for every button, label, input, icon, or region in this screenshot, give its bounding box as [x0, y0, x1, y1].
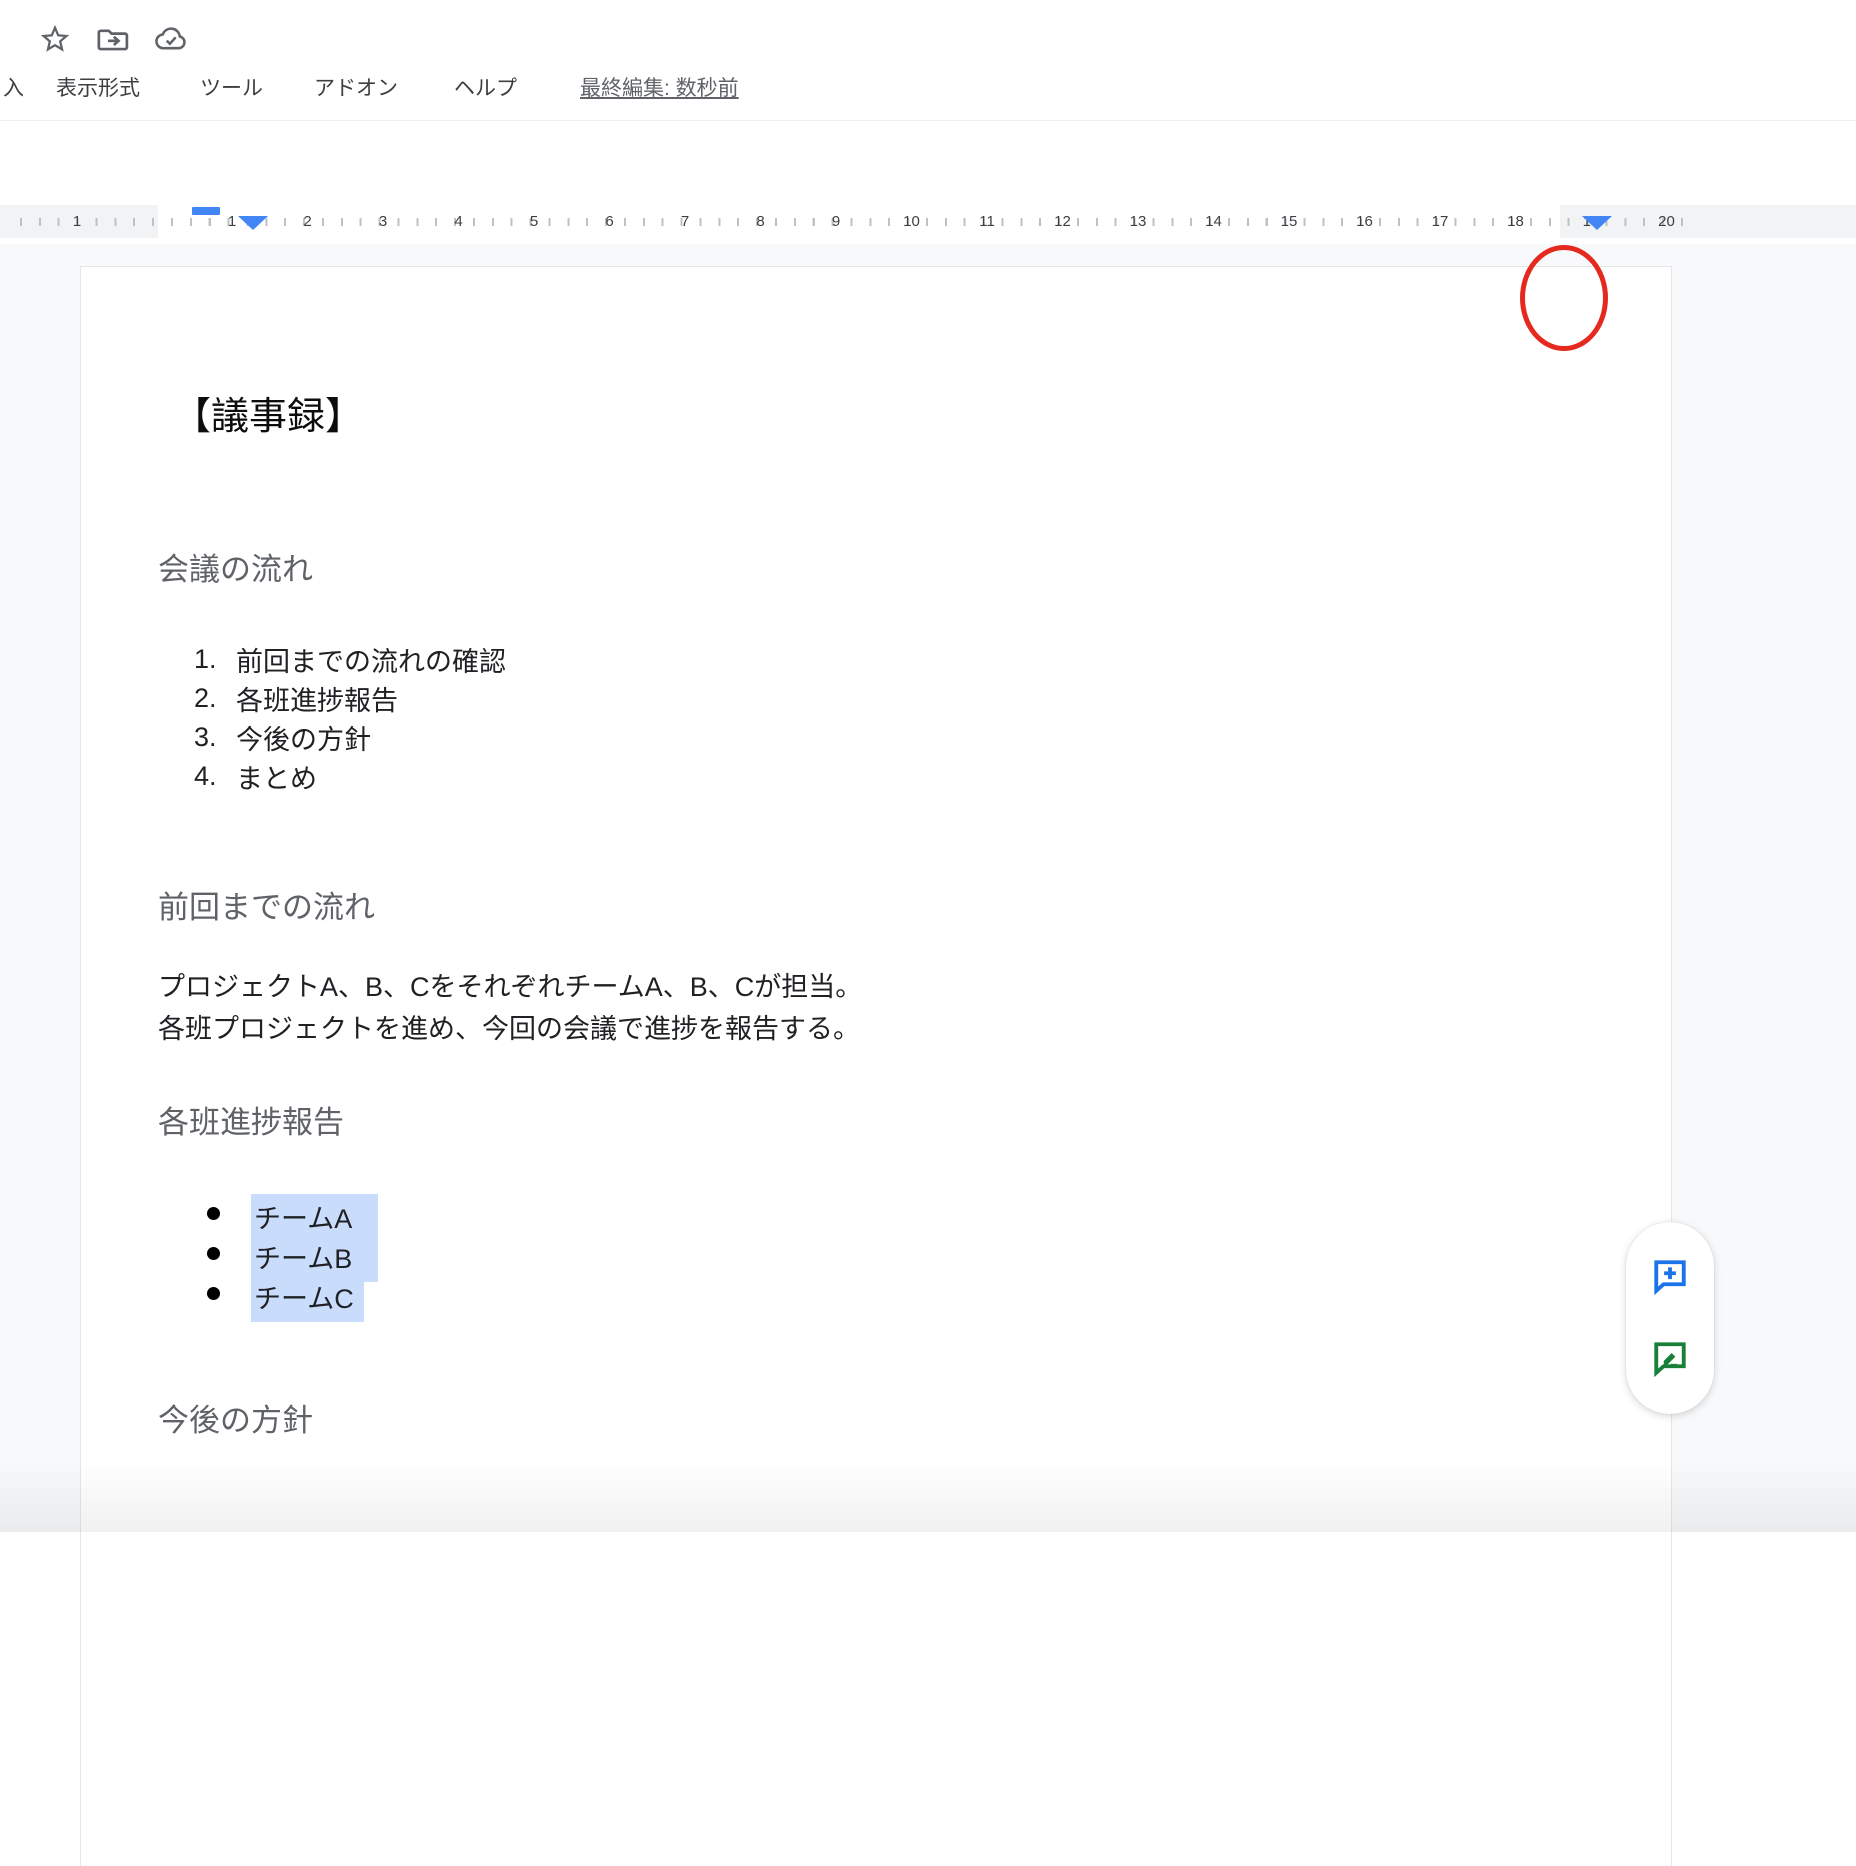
ruler-number: 9: [829, 205, 843, 238]
ruler-number: 3: [376, 205, 390, 238]
ruler-number: 2: [300, 205, 314, 238]
list-text: 前回までの流れの確認: [236, 640, 506, 679]
floating-action-pill: [1626, 1222, 1714, 1414]
ruler: 1 1234567891011121314151617181920: [0, 205, 1856, 238]
toolbar: 標準テキス... Arial − 11 + B I U A: [0, 120, 1856, 200]
menu-item-addons[interactable]: アドオン: [314, 72, 398, 102]
right-indent-marker[interactable]: [1582, 216, 1612, 230]
menu-item-tools[interactable]: ツール: [200, 72, 263, 102]
ruler-number: 15: [1278, 205, 1301, 238]
ruler-number: 8: [753, 205, 767, 238]
numbered-list-item[interactable]: 1. 前回までの流れの確認: [194, 640, 506, 679]
add-comment-icon: [1648, 1254, 1692, 1298]
last-edited-link[interactable]: 最終編集: 数秒前: [580, 72, 739, 102]
suggest-edits-fab-button[interactable]: [1648, 1336, 1692, 1380]
ruler-number: 10: [900, 205, 923, 238]
ruler-number: 6: [602, 205, 616, 238]
heading-progress-report[interactable]: 各班進捗報告: [158, 1097, 344, 1142]
left-indent-marker[interactable]: [238, 216, 268, 230]
star-icon[interactable]: [38, 22, 72, 56]
ruler-number: 20: [1655, 205, 1678, 238]
paragraph-line: プロジェクトA、B、CをそれぞれチームA、B、Cが担当。: [158, 966, 862, 1008]
bullet-icon: [207, 1207, 220, 1220]
document-canvas: 【議事録】 会議の流れ 1. 前回までの流れの確認 2. 各班進捗報告 3. 今…: [0, 244, 1856, 1532]
first-line-indent-marker[interactable]: [192, 207, 220, 215]
heading-previous-flow[interactable]: 前回までの流れ: [158, 882, 375, 927]
add-comment-fab-button[interactable]: [1648, 1254, 1692, 1298]
numbered-list-item[interactable]: 3. 今後の方針: [194, 718, 506, 757]
header: 入 表示形式 ツール アドオン ヘルプ 最終編集: 数秒前: [0, 0, 1856, 120]
cloud-saved-icon[interactable]: [154, 22, 188, 56]
body-paragraph[interactable]: プロジェクトA、B、CをそれぞれチームA、B、Cが担当。 各班プロジェクトを進め…: [158, 966, 862, 1050]
numbered-list-item[interactable]: 2. 各班進捗報告: [194, 679, 506, 718]
ruler-number: 5: [527, 205, 541, 238]
bulleted-list-item[interactable]: チームB: [207, 1234, 707, 1274]
ruler-margin-number: 1: [70, 205, 84, 238]
menu-bar: 入 表示形式 ツール アドオン ヘルプ 最終編集: 数秒前: [0, 68, 1856, 104]
heading-meeting-flow[interactable]: 会議の流れ: [158, 544, 313, 589]
list-text: 今後の方針: [236, 718, 371, 757]
list-marker: 4.: [194, 761, 236, 792]
doc-title[interactable]: 【議事録】: [173, 385, 363, 440]
list-marker: 1.: [194, 644, 236, 675]
ruler-number: 17: [1429, 205, 1452, 238]
list-marker: 2.: [194, 683, 236, 714]
heading-future-policy[interactable]: 今後の方針: [158, 1395, 313, 1440]
menu-item-help[interactable]: ヘルプ: [454, 72, 517, 102]
menu-item-format[interactable]: 表示形式: [56, 72, 140, 102]
ruler-number: 18: [1504, 205, 1527, 238]
ruler-number: 12: [1051, 205, 1074, 238]
selected-text: チームC: [251, 1274, 364, 1322]
list-marker: 3.: [194, 722, 236, 753]
bulleted-list-item[interactable]: チームA: [207, 1194, 707, 1234]
ruler-number: 14: [1202, 205, 1225, 238]
numbered-list[interactable]: 1. 前回までの流れの確認 2. 各班進捗報告 3. 今後の方針 4. まとめ: [194, 640, 506, 796]
ruler-number: 13: [1127, 205, 1150, 238]
bullet-icon: [207, 1287, 220, 1300]
ruler-number: 11: [976, 205, 998, 238]
bullet-icon: [207, 1247, 220, 1260]
numbered-list-item[interactable]: 4. まとめ: [194, 757, 506, 796]
list-text: 各班進捗報告: [236, 679, 398, 718]
menu-item-insert-partial[interactable]: 入: [3, 72, 24, 102]
paragraph-line: 各班プロジェクトを進め、今回の会議で進捗を報告する。: [158, 1008, 862, 1050]
move-folder-icon[interactable]: [96, 22, 130, 56]
ruler-number: 4: [451, 205, 465, 238]
suggest-edit-icon: [1648, 1336, 1692, 1380]
annotation-red-circle: [1520, 245, 1608, 351]
ruler-number: 7: [678, 205, 692, 238]
ruler-number: 16: [1353, 205, 1376, 238]
bulleted-list-item[interactable]: チームC: [207, 1274, 707, 1314]
list-text: まとめ: [236, 757, 317, 796]
document-page[interactable]: 【議事録】 会議の流れ 1. 前回までの流れの確認 2. 各班進捗報告 3. 今…: [80, 266, 1672, 1866]
